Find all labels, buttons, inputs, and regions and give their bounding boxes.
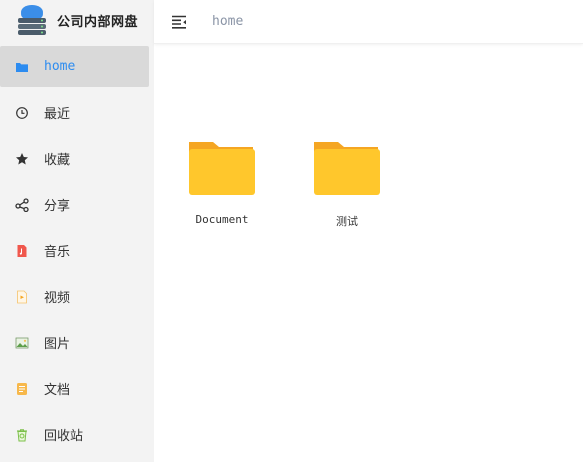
sidebar-item-video[interactable]: 视频 xyxy=(0,276,154,317)
sidebar-item-label: 最近 xyxy=(44,107,71,122)
sidebar-nav: home 最近 收藏 分享 音乐 视频 图片 文档 回收站 xyxy=(0,46,154,455)
folder-icon xyxy=(189,142,255,195)
sidebar-item-home[interactable]: home xyxy=(0,46,149,87)
sidebar-item-label: 文档 xyxy=(44,383,71,398)
share-icon xyxy=(15,197,29,212)
sidebar-item-label: 分享 xyxy=(44,199,71,214)
menu-fold-icon[interactable] xyxy=(170,13,188,31)
topbar: home xyxy=(154,0,583,44)
brand[interactable]: 公司内部网盘 xyxy=(0,0,154,40)
sidebar-item-label: 回收站 xyxy=(44,429,84,444)
sidebar-item-documents[interactable]: 文档 xyxy=(0,368,154,409)
sidebar-item-label: 收藏 xyxy=(44,153,71,168)
sidebar-item-recent[interactable]: 最近 xyxy=(0,92,154,133)
folder-item[interactable]: 测试 xyxy=(307,140,387,229)
folder-icon xyxy=(314,142,380,195)
folder-icon xyxy=(15,60,29,74)
video-file-icon xyxy=(15,290,29,304)
image-icon xyxy=(15,336,29,350)
sidebar-item-label: 音乐 xyxy=(44,245,71,260)
sidebar-item-share[interactable]: 分享 xyxy=(0,184,154,225)
sidebar: 公司内部网盘 home 最近 收藏 分享 音乐 视频 图片 文档 回收站 xyxy=(0,0,154,462)
document-icon xyxy=(15,382,29,396)
breadcrumb[interactable]: home xyxy=(212,14,243,29)
file-name: 测试 xyxy=(336,215,358,228)
sidebar-item-label: 视频 xyxy=(44,291,71,306)
sidebar-item-label: 图片 xyxy=(44,337,71,352)
sidebar-item-label: home xyxy=(44,59,76,74)
sidebar-item-recycle-bin[interactable]: 回收站 xyxy=(0,414,154,455)
music-file-icon xyxy=(15,244,29,258)
sidebar-item-images[interactable]: 图片 xyxy=(0,322,154,363)
cloud-server-icon xyxy=(18,5,46,35)
star-icon xyxy=(15,152,29,166)
clock-icon xyxy=(15,106,29,120)
folder-item[interactable]: Document xyxy=(182,140,262,226)
sidebar-item-music[interactable]: 音乐 xyxy=(0,230,154,271)
recycle-bin-icon xyxy=(15,428,29,442)
file-name: Document xyxy=(195,213,249,226)
app-title: 公司内部网盘 xyxy=(57,14,139,30)
file-browser: Document 测试 xyxy=(154,44,583,462)
sidebar-item-favorites[interactable]: 收藏 xyxy=(0,138,154,179)
